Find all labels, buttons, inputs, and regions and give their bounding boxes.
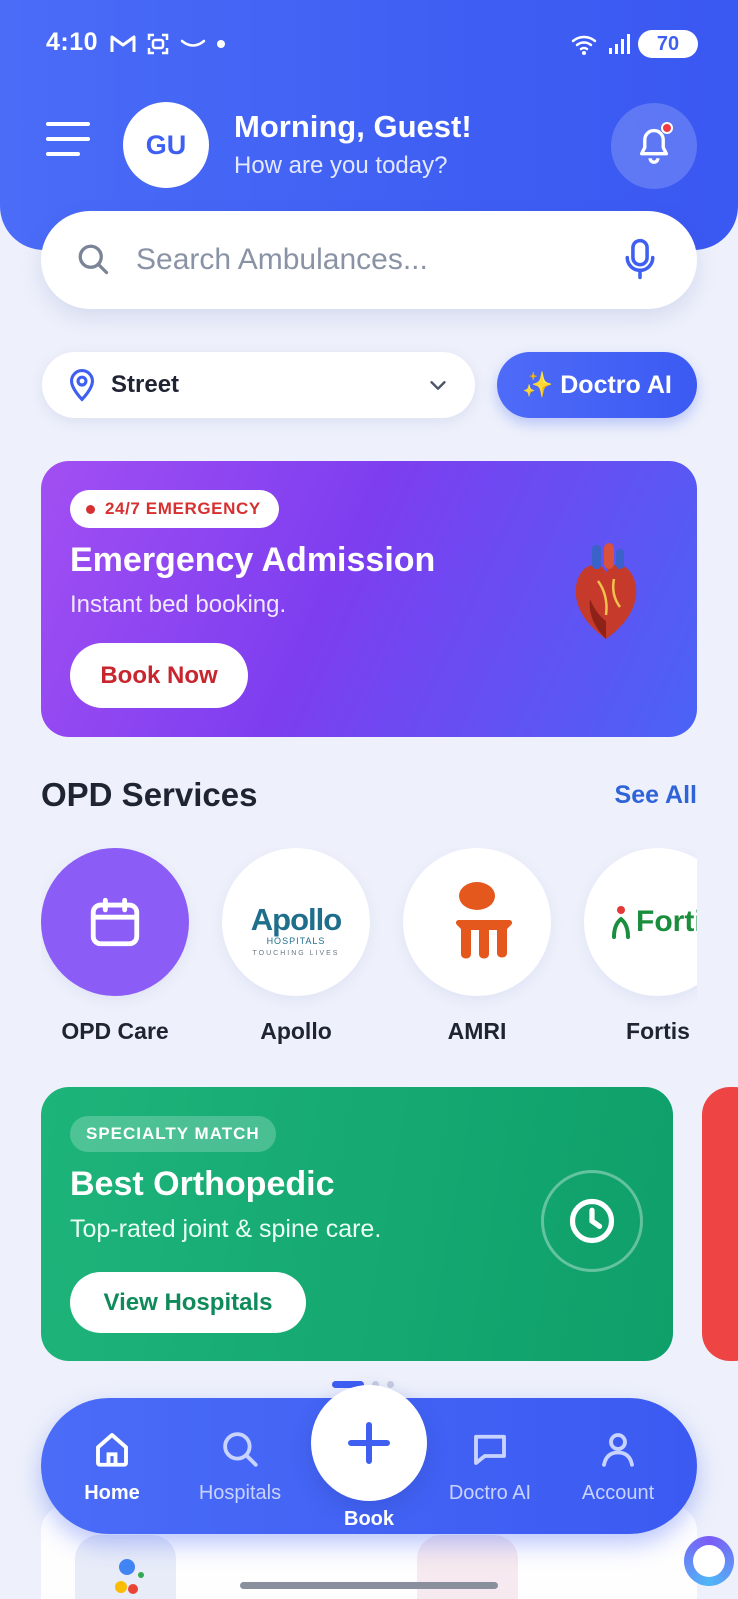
clock-icon <box>569 1198 615 1244</box>
chat-icon <box>474 1434 506 1465</box>
opd-item-label: Fortis <box>626 1018 690 1044</box>
scan-icon <box>147 33 169 55</box>
apollo-logo-sub: HOSPITALS <box>266 935 326 946</box>
battery-level: 70 <box>656 32 680 55</box>
book-fab-label: Book <box>344 1508 394 1530</box>
specialty-match-card[interactable]: SPECIALTY MATCH Best Orthopedic Top-rate… <box>41 1087 673 1361</box>
opd-item-label: OPD Care <box>61 1018 169 1044</box>
more-dot-icon <box>217 40 225 48</box>
search-icon <box>78 244 109 275</box>
quick-action-tile[interactable] <box>417 1535 518 1599</box>
carousel-dot <box>387 1381 394 1388</box>
floating-assistant-button[interactable] <box>684 1536 734 1586</box>
clock-badge <box>541 1170 643 1272</box>
location-selector[interactable]: Street <box>42 352 475 418</box>
fortis-logo-text: Fortis <box>636 905 697 938</box>
book-now-button[interactable]: Book Now <box>70 643 248 708</box>
specialty-subtitle: Top-rated joint & spine care. <box>70 1215 382 1243</box>
heart-icon <box>575 543 637 639</box>
apollo-logo-tag: TOUCHING LIVES <box>252 949 340 957</box>
gmail-icon <box>110 35 136 52</box>
home-icon <box>96 1433 128 1467</box>
location-label: Street <box>111 371 180 398</box>
calendar-icon <box>90 897 140 947</box>
opd-item-amri[interactable]: AMRI <box>403 848 551 1045</box>
nav-home-label: Home <box>84 1482 140 1504</box>
avatar[interactable]: GU <box>123 102 209 188</box>
nav-doctro-ai[interactable]: Doctro AI <box>435 1428 545 1505</box>
quick-action-tile[interactable] <box>75 1535 176 1599</box>
emergency-admission-card[interactable]: 24/7 EMERGENCY Emergency Admission Insta… <box>41 461 697 737</box>
next-promo-card[interactable] <box>702 1087 738 1361</box>
opd-item-fortis[interactable]: Fortis Fortis <box>584 848 697 1045</box>
amri-logo-icon <box>445 882 513 959</box>
emergency-badge: 24/7 EMERGENCY <box>70 490 279 528</box>
opd-item-label: AMRI <box>447 1018 507 1044</box>
signal-icon <box>609 34 630 54</box>
opd-section-title: OPD Services <box>41 776 258 813</box>
apollo-logo-text: Apollo <box>250 901 342 937</box>
wifi-icon <box>571 35 597 55</box>
location-pin-icon <box>69 369 95 402</box>
menu-icon[interactable] <box>46 122 90 158</box>
status-bar: 4:10 70 <box>0 26 738 66</box>
amri-logo <box>403 848 551 996</box>
notification-dot <box>661 122 673 134</box>
battery-indicator: 70 <box>638 30 698 58</box>
system-icons: 70 <box>570 30 698 58</box>
greeting-title: Morning, Guest! <box>234 109 472 144</box>
nav-account[interactable]: Account <box>563 1428 673 1505</box>
emergency-subtitle: Instant bed booking. <box>70 591 287 618</box>
avatar-initials: GU <box>145 129 187 160</box>
chevron-down-icon <box>430 381 446 390</box>
google-assistant-icon <box>115 1559 144 1594</box>
user-icon <box>602 1433 634 1467</box>
opd-care-circle <box>41 848 189 996</box>
fortis-logo: Fortis <box>584 848 697 996</box>
opd-item-label: Apollo <box>260 1018 332 1044</box>
emergency-title: Emergency Admission <box>70 541 436 579</box>
specialty-badge: SPECIALTY MATCH <box>70 1116 276 1152</box>
book-fab-button[interactable] <box>311 1385 427 1501</box>
notification-icons <box>110 32 226 56</box>
opd-item-apollo[interactable]: Apollo HOSPITALS TOUCHING LIVES Apollo <box>222 848 370 1045</box>
greeting-subtitle: How are you today? <box>234 152 448 179</box>
doctro-ai-label: ✨ Doctro AI <box>522 370 672 399</box>
plus-icon <box>348 1422 390 1464</box>
badge-dot <box>86 504 95 514</box>
specialty-title: Best Orthopedic <box>70 1165 335 1203</box>
view-hospitals-button[interactable]: View Hospitals <box>70 1272 306 1333</box>
nav-home[interactable]: Home <box>57 1428 167 1505</box>
emergency-badge-label: 24/7 EMERGENCY <box>105 499 261 518</box>
opd-item-opd-care[interactable]: OPD Care <box>41 848 189 1045</box>
status-time: 4:10 <box>46 28 99 56</box>
nav-hospitals-label: Hospitals <box>198 1482 282 1504</box>
home-indicator[interactable] <box>240 1582 498 1589</box>
amazon-icon <box>180 39 206 47</box>
apollo-logo: Apollo HOSPITALS TOUCHING LIVES <box>222 848 370 996</box>
search-icon <box>223 1432 258 1467</box>
mic-icon[interactable] <box>623 237 657 281</box>
search-input[interactable]: Search Ambulances... <box>136 243 428 277</box>
doctro-ai-button[interactable]: ✨ Doctro AI <box>497 352 697 418</box>
fortis-logo-icon <box>612 906 630 939</box>
see-all-link[interactable]: See All <box>615 781 697 810</box>
notifications-button[interactable] <box>611 103 697 189</box>
search-bar[interactable]: Search Ambulances... <box>41 211 697 309</box>
nav-account-label: Account <box>581 1482 655 1504</box>
opd-services-list: OPD Care Apollo HOSPITALS TOUCHING LIVES… <box>41 848 697 1048</box>
nav-hospitals[interactable]: Hospitals <box>185 1428 295 1505</box>
nav-doctro-ai-label: Doctro AI <box>448 1482 532 1504</box>
